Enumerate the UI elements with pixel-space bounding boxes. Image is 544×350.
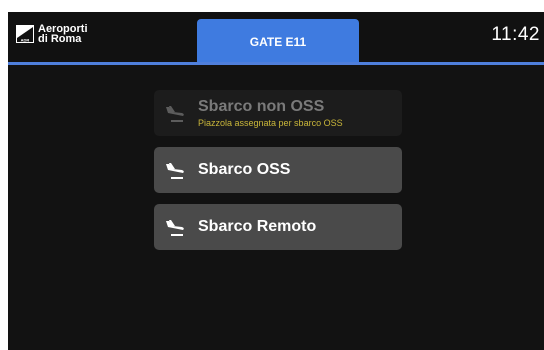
plane-landing-icon [160, 212, 190, 242]
adr-logo-icon: ADR [16, 25, 34, 43]
plane-landing-icon [160, 98, 190, 128]
option-label: Sbarco OSS [198, 161, 291, 178]
clock: 11:42 [491, 24, 540, 45]
logo-text: Aeroporti di Roma [38, 24, 88, 45]
sbarco-oss-button[interactable]: Sbarco OSS [154, 147, 402, 193]
sbarco-remoto-button[interactable]: Sbarco Remoto [154, 204, 402, 250]
logo-line-2: di Roma [38, 33, 82, 45]
tab-gate[interactable]: GATE E11 [197, 19, 359, 65]
logo: ADR Aeroporti di Roma [16, 22, 88, 46]
plane-landing-icon [160, 155, 190, 185]
svg-text:ADR: ADR [21, 38, 30, 43]
option-label: Sbarco non OSS [198, 98, 325, 115]
topbar-divider [8, 62, 544, 65]
option-text: Sbarco non OSS Piazzola assegnata per sb… [198, 98, 343, 128]
sbarco-non-oss-button[interactable]: Sbarco non OSS Piazzola assegnata per sb… [154, 90, 402, 136]
top-bar: ADR Aeroporti di Roma GATE E11 11:42 [8, 12, 544, 65]
option-label: Sbarco Remoto [198, 218, 317, 235]
option-sublabel: Piazzola assegnata per sbarco OSS [198, 118, 343, 128]
tab-gate-label: GATE E11 [249, 35, 307, 49]
app-screen: ADR Aeroporti di Roma GATE E11 11:42 Sba… [8, 12, 544, 350]
